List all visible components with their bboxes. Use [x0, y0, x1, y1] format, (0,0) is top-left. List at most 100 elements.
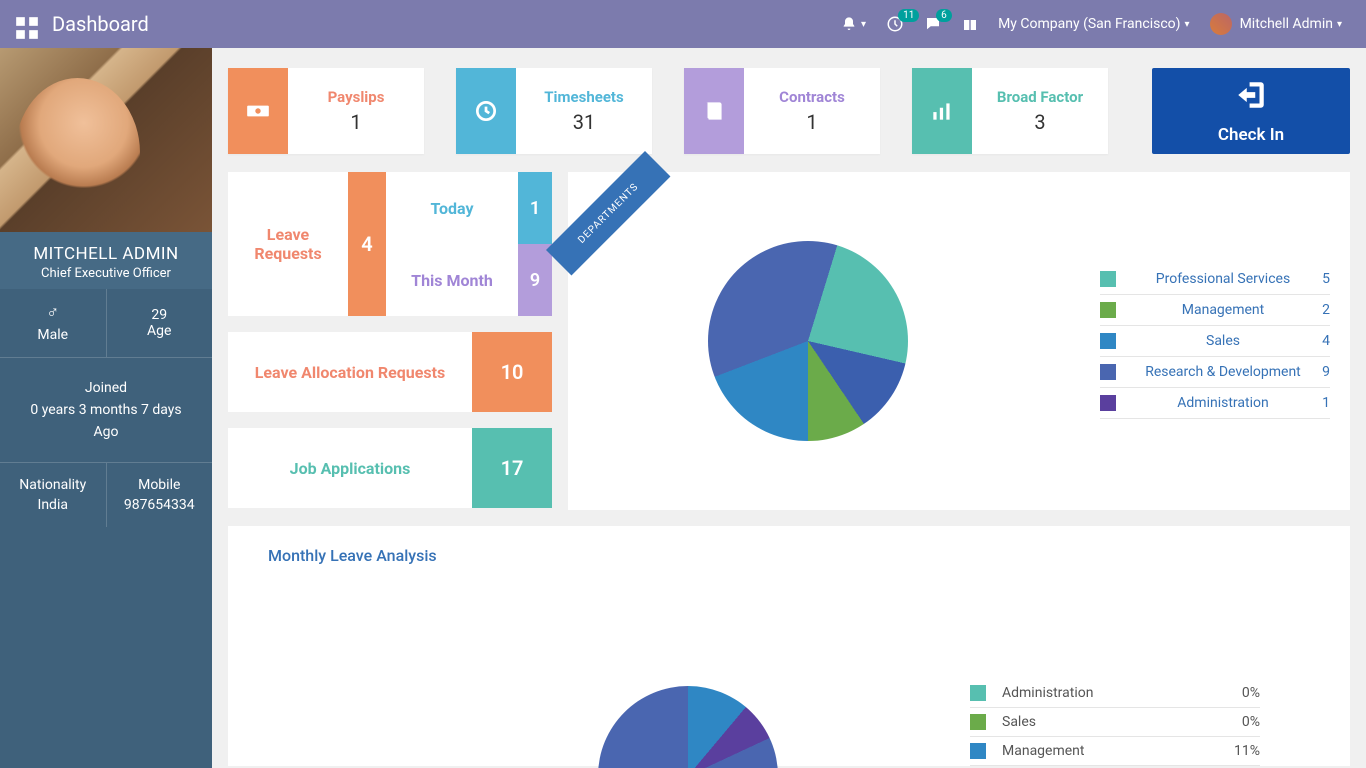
legend-row[interactable]: Research & Development 9 — [1100, 357, 1330, 388]
stats-row: Payslips 1 Timesheets 31 Contracts — [228, 68, 1350, 154]
legend-row[interactable]: Professional Services 5 — [1100, 264, 1330, 295]
checkin-label: Check In — [1218, 125, 1284, 145]
employee-name-block: MITCHELL ADMIN Chief Executive Officer — [0, 232, 212, 289]
avatar — [1210, 13, 1232, 35]
age-value: 29 — [111, 307, 209, 323]
user-menu[interactable]: Mitchell Admin ▾ — [1210, 13, 1342, 35]
legend-swatch — [1100, 302, 1116, 318]
legend-row[interactable]: Management 11% — [970, 737, 1260, 766]
legend-count: 4 — [1310, 333, 1330, 349]
navbar: Dashboard ▾ 11 6 My Company (San Francis… — [0, 0, 1366, 48]
chart-icon — [912, 68, 972, 154]
caret-icon: ▾ — [861, 19, 866, 30]
legend-label: Sales — [1136, 333, 1310, 349]
legend-row[interactable]: Management 2 — [1100, 295, 1330, 326]
age-cell: 29 Age — [107, 289, 213, 357]
leave-month-label: This Month — [386, 244, 518, 316]
chat-badge: 6 — [936, 9, 952, 22]
mobile-value: 987654334 — [111, 497, 209, 513]
main-content: Payslips 1 Timesheets 31 Contracts — [212, 48, 1366, 768]
employee-name: MITCHELL ADMIN — [4, 244, 208, 264]
legend-label: Research & Development — [1136, 364, 1310, 380]
legend-label: Management — [1136, 302, 1310, 318]
activity-icon[interactable]: 11 — [886, 15, 904, 33]
legend-count: 1 — [1310, 395, 1330, 411]
joined-value: 0 years 3 months 7 days — [8, 402, 204, 418]
legend-swatch — [1100, 333, 1116, 349]
monthly-pie-chart — [598, 686, 778, 768]
timesheets-label: Timesheets — [516, 88, 652, 106]
departments-legend: Professional Services 5 Management 2 Sal… — [1100, 264, 1330, 419]
legend-swatch — [970, 714, 986, 730]
nationality-cell: Nationality India — [0, 463, 107, 527]
monthly-legend: Administration 0% Sales 0% Management 11… — [970, 679, 1260, 766]
leave-requests-label: LeaveRequests — [228, 172, 348, 316]
legend-row[interactable]: Administration 0% — [970, 679, 1260, 708]
legend-swatch — [1100, 364, 1116, 380]
joined-suffix: Ago — [8, 424, 204, 440]
male-icon: ♂ — [4, 303, 102, 323]
legend-label: Administration — [1002, 685, 1242, 701]
nationality-label: Nationality — [4, 477, 102, 493]
legend-label: Professional Services — [1136, 271, 1310, 287]
legend-swatch — [970, 685, 986, 701]
broad-factor-label: Broad Factor — [972, 88, 1108, 106]
legend-value: 0% — [1242, 685, 1260, 701]
activity-badge: 11 — [898, 9, 919, 22]
leave-requests-card[interactable]: LeaveRequests 4 Today 1 This Month 9 — [228, 172, 552, 316]
leave-today-value: 1 — [518, 172, 552, 244]
gift-icon[interactable] — [962, 16, 978, 32]
company-name: My Company (San Francisco) — [998, 16, 1180, 32]
user-name: Mitchell Admin — [1240, 16, 1333, 32]
caret-icon: ▾ — [1337, 19, 1342, 30]
job-applications-value: 17 — [472, 428, 552, 508]
legend-swatch — [1100, 271, 1116, 287]
contracts-value: 1 — [744, 110, 880, 134]
legend-count: 2 — [1310, 302, 1330, 318]
legend-label: Administration — [1136, 395, 1310, 411]
payslips-card[interactable]: Payslips 1 — [228, 68, 424, 154]
company-switcher[interactable]: My Company (San Francisco) ▾ — [998, 16, 1189, 32]
notifications-icon[interactable]: ▾ — [841, 16, 866, 32]
leave-month-value: 9 — [518, 244, 552, 316]
job-applications-card[interactable]: Job Applications 17 — [228, 428, 552, 508]
departments-pie-chart — [708, 241, 908, 441]
page-title: Dashboard — [52, 12, 149, 36]
departments-card: DEPARTMENTS Professional Services 5 Mana… — [568, 172, 1350, 510]
age-label: Age — [111, 323, 209, 339]
mobile-cell: Mobile 987654334 — [107, 463, 213, 527]
timesheets-value: 31 — [516, 110, 652, 134]
legend-count: 5 — [1310, 271, 1330, 287]
apps-icon[interactable] — [14, 15, 32, 33]
employee-role: Chief Executive Officer — [4, 266, 208, 281]
legend-row[interactable]: Sales 0% — [970, 708, 1260, 737]
legend-value: 0% — [1242, 714, 1260, 730]
book-icon — [684, 68, 744, 154]
employee-sidebar: MITCHELL ADMIN Chief Executive Officer ♂… — [0, 48, 212, 768]
leave-allocation-card[interactable]: Leave Allocation Requests 10 — [228, 332, 552, 412]
leave-month-row[interactable]: This Month 9 — [386, 244, 552, 316]
leave-today-row[interactable]: Today 1 — [386, 172, 552, 244]
chat-icon[interactable]: 6 — [924, 15, 942, 33]
leave-allocation-label: Leave Allocation Requests — [228, 332, 472, 412]
contracts-card[interactable]: Contracts 1 — [684, 68, 880, 154]
legend-row[interactable]: Sales 4 — [1100, 326, 1330, 357]
legend-row[interactable]: Administration 1 — [1100, 388, 1330, 419]
gender-value: Male — [4, 327, 102, 343]
clock-icon — [456, 68, 516, 154]
legend-value: 11% — [1234, 743, 1260, 759]
contracts-label: Contracts — [744, 88, 880, 106]
broad-factor-card[interactable]: Broad Factor 3 — [912, 68, 1108, 154]
monthly-leave-title: Monthly Leave Analysis — [268, 546, 1310, 565]
departments-ribbon: DEPARTMENTS — [546, 151, 670, 275]
nationality-value: India — [4, 497, 102, 513]
legend-swatch — [1100, 395, 1116, 411]
mobile-label: Mobile — [111, 477, 209, 493]
legend-label: Management — [1002, 743, 1234, 759]
checkin-button[interactable]: Check In — [1152, 68, 1350, 154]
legend-count: 9 — [1310, 364, 1330, 380]
employee-photo — [0, 48, 212, 232]
job-applications-label: Job Applications — [228, 428, 472, 508]
timesheets-card[interactable]: Timesheets 31 — [456, 68, 652, 154]
legend-swatch — [970, 743, 986, 759]
